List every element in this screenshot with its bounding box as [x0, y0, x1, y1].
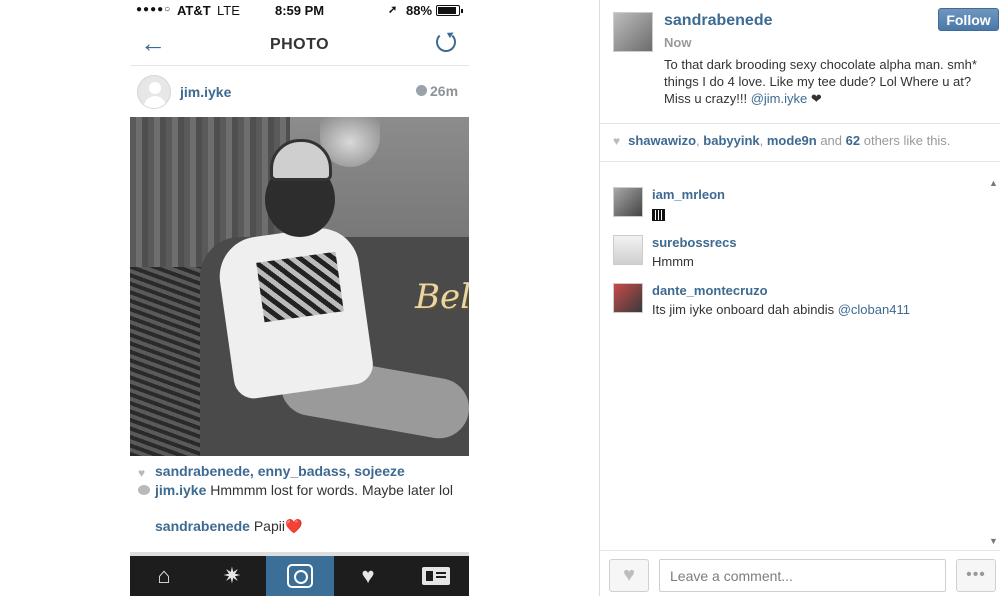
- refresh-icon[interactable]: [436, 32, 456, 52]
- comment-text: Papii: [249, 518, 285, 534]
- post-header: jim.iyke 26m: [130, 67, 469, 117]
- comment-input[interactable]: [659, 559, 946, 592]
- mention-link[interactable]: @cloban411: [838, 302, 910, 317]
- comment-username[interactable]: sandrabenede: [155, 518, 250, 534]
- post-username[interactable]: jim.iyke: [180, 84, 231, 100]
- follow-button[interactable]: Follow: [938, 8, 999, 31]
- like-button[interactable]: ♥: [609, 559, 649, 592]
- caption-username[interactable]: jim.iyke: [155, 482, 206, 498]
- owner-username[interactable]: sandrabenede: [664, 12, 772, 30]
- more-options-button[interactable]: •••: [956, 559, 996, 592]
- camera-icon: [287, 564, 313, 588]
- list-item: dante_montecruzo Its jim iyke onboard da…: [613, 283, 983, 323]
- explore-tab[interactable]: ✷: [198, 556, 266, 596]
- comment-text: [652, 206, 665, 221]
- qr-emoji-icon: [652, 208, 665, 221]
- home-icon: ⌂: [157, 563, 171, 588]
- watermark: BellaNaija: [415, 277, 469, 317]
- home-tab[interactable]: ⌂: [130, 556, 198, 596]
- carrier-name: AT&T: [177, 3, 211, 18]
- activity-bubble-icon: ♥: [361, 563, 375, 588]
- comment-username[interactable]: iam_mrleon: [652, 187, 725, 202]
- list-item: surebossrecs Hmmm: [613, 235, 983, 275]
- comment-text: Its jim iyke onboard dah abindis @cloban…: [652, 302, 910, 317]
- heart-icon: ♥: [138, 466, 146, 480]
- scroll-down-arrow-icon[interactable]: ▼: [989, 536, 998, 546]
- post-age: 26m: [430, 83, 459, 99]
- heart-icon: ♥: [613, 134, 621, 148]
- profile-card-icon: [422, 567, 450, 585]
- page-title: PHOTO: [269, 36, 330, 53]
- location-arrow-icon: ➚: [388, 4, 398, 16]
- likers-list[interactable]: sandrabenede, enny_badass, sojeeze: [155, 463, 405, 479]
- mention-link[interactable]: @jim.iyke: [751, 91, 808, 106]
- activity-tab[interactable]: ♥: [334, 556, 402, 596]
- clock-icon: [416, 85, 427, 96]
- camera-tab[interactable]: [266, 556, 334, 596]
- explore-star-icon: ✷: [222, 563, 242, 588]
- heart-icon: ♥: [623, 564, 635, 586]
- post-detail-panel: sandrabenede Now Follow To that dark bro…: [599, 0, 1000, 596]
- caption-text: Hmmmm lost for words. Maybe later lol: [206, 482, 453, 498]
- signal-strength: ●●●●○: [136, 4, 172, 15]
- heart-emoji: ❤️: [284, 518, 303, 534]
- status-bar: ●●●●○ AT&T LTE 8:59 PM ➚ 88%: [130, 0, 469, 22]
- scroll-up-arrow-icon[interactable]: ▲: [989, 178, 998, 188]
- avatar[interactable]: [613, 283, 643, 313]
- comment-text: Hmmm: [652, 254, 694, 269]
- battery-icon: [436, 5, 463, 16]
- likes-summary: ♥ shawawizo, babyyink, mode9n and 62 othe…: [613, 133, 951, 148]
- divider: [600, 123, 1000, 124]
- avatar[interactable]: [613, 235, 643, 265]
- owner-avatar[interactable]: [613, 12, 653, 52]
- phone-screenshot: ●●●●○ AT&T LTE 8:59 PM ➚ 88% ← PHOTO jim…: [130, 0, 469, 596]
- post-time: Now: [664, 35, 692, 50]
- caption: jim.iyke Hmmmm lost for words. Maybe lat…: [138, 482, 460, 499]
- comment: sandrabenede Papii❤️: [155, 518, 302, 535]
- avatar[interactable]: [137, 75, 171, 109]
- status-time: 8:59 PM: [275, 3, 325, 18]
- divider: [600, 161, 1000, 162]
- battery-percent: 88%: [406, 3, 433, 18]
- comment-username[interactable]: surebossrecs: [652, 235, 737, 250]
- divider: [600, 550, 1000, 551]
- network-type: LTE: [217, 3, 240, 18]
- comment-username[interactable]: dante_montecruzo: [652, 283, 768, 298]
- tab-bar: ⌂ ✷ ♥: [130, 552, 469, 596]
- avatar[interactable]: [613, 187, 643, 217]
- post-caption: To that dark brooding sexy chocolate alp…: [664, 57, 977, 106]
- comment-bubble-icon: [138, 485, 150, 495]
- list-item: iam_mrleon: [613, 187, 983, 227]
- profile-tab[interactable]: [402, 556, 469, 596]
- nav-bar: ← PHOTO: [130, 22, 469, 66]
